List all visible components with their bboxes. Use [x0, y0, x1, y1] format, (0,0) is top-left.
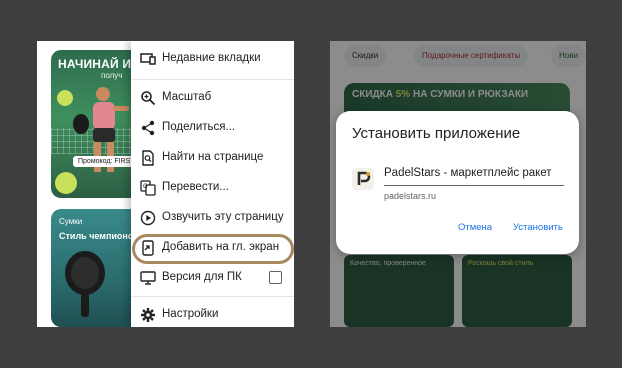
menu-item-label: Перевести... — [162, 181, 229, 193]
menu-item-label: Настройки — [162, 308, 219, 320]
menu-item-share[interactable]: Поделиться... — [131, 114, 294, 142]
menu-item-label: Версия для ПК — [162, 271, 242, 283]
menu-item-label: Найти на странице — [162, 151, 264, 163]
menu-item-settings[interactable]: Настройки — [131, 301, 294, 327]
menu-divider — [131, 79, 294, 80]
menu-item-label: Поделиться... — [162, 121, 236, 133]
share-icon — [141, 120, 155, 136]
menu-item-label: Озвучить эту страницу — [162, 211, 284, 223]
menu-item-zoom[interactable]: Масштаб — [131, 84, 294, 112]
gear-icon — [141, 308, 155, 322]
menu-item-read-aloud[interactable]: Озвучить эту страницу — [131, 204, 294, 232]
translate-icon: G — [140, 180, 156, 196]
zoom-icon — [141, 91, 156, 106]
banner-label: Сумки — [59, 217, 83, 226]
menu-item-label: Недавние вкладки — [162, 52, 261, 64]
cancel-button[interactable]: Отмена — [458, 222, 492, 233]
desktop-version-checkbox[interactable] — [269, 271, 282, 284]
install-app-dialog: Установить приложение PadelStars - марке… — [336, 111, 579, 254]
banner-subtitle: Стиль чемпионов — [59, 231, 139, 241]
menu-item-recent-tabs[interactable]: Недавние вкладки — [131, 45, 294, 73]
recent-tabs-icon — [140, 53, 156, 65]
desktop-icon — [140, 271, 156, 285]
install-button[interactable]: Установить — [513, 222, 563, 233]
racket-image — [65, 251, 105, 317]
svg-text:G: G — [143, 183, 148, 190]
install-dialog-screenshot: Скидки Подарочные сертификаты Нови СКИДК… — [330, 41, 586, 327]
overflow-menu: Недавние вкладки Масштаб Поделиться... Н… — [131, 41, 294, 327]
find-in-page-icon — [142, 150, 154, 166]
app-name-underline — [384, 185, 564, 186]
tennis-ball-image — [57, 90, 73, 106]
menu-item-translate[interactable]: G Перевести... — [131, 174, 294, 202]
menu-item-find-in-page[interactable]: Найти на странице — [131, 144, 294, 172]
banner-title: НАЧИНАЙ И — [58, 57, 132, 71]
play-circle-icon — [140, 210, 156, 226]
menu-item-desktop-version[interactable]: Версия для ПК — [131, 264, 294, 292]
browser-menu-screenshot: НАЧИНАЙ И получ Промокод: FIRSTGAME Сумк… — [37, 41, 294, 327]
app-name-field[interactable]: PadelStars - маркетплейс ракет — [384, 167, 564, 179]
dialog-title: Установить приложение — [352, 125, 521, 142]
banner-subtitle: получ — [101, 71, 123, 80]
menu-divider — [131, 296, 294, 297]
menu-item-label: Масштаб — [162, 91, 212, 103]
app-logo-icon — [352, 168, 374, 190]
highlight-outline — [132, 234, 294, 264]
app-url: padelstars.ru — [384, 191, 437, 201]
